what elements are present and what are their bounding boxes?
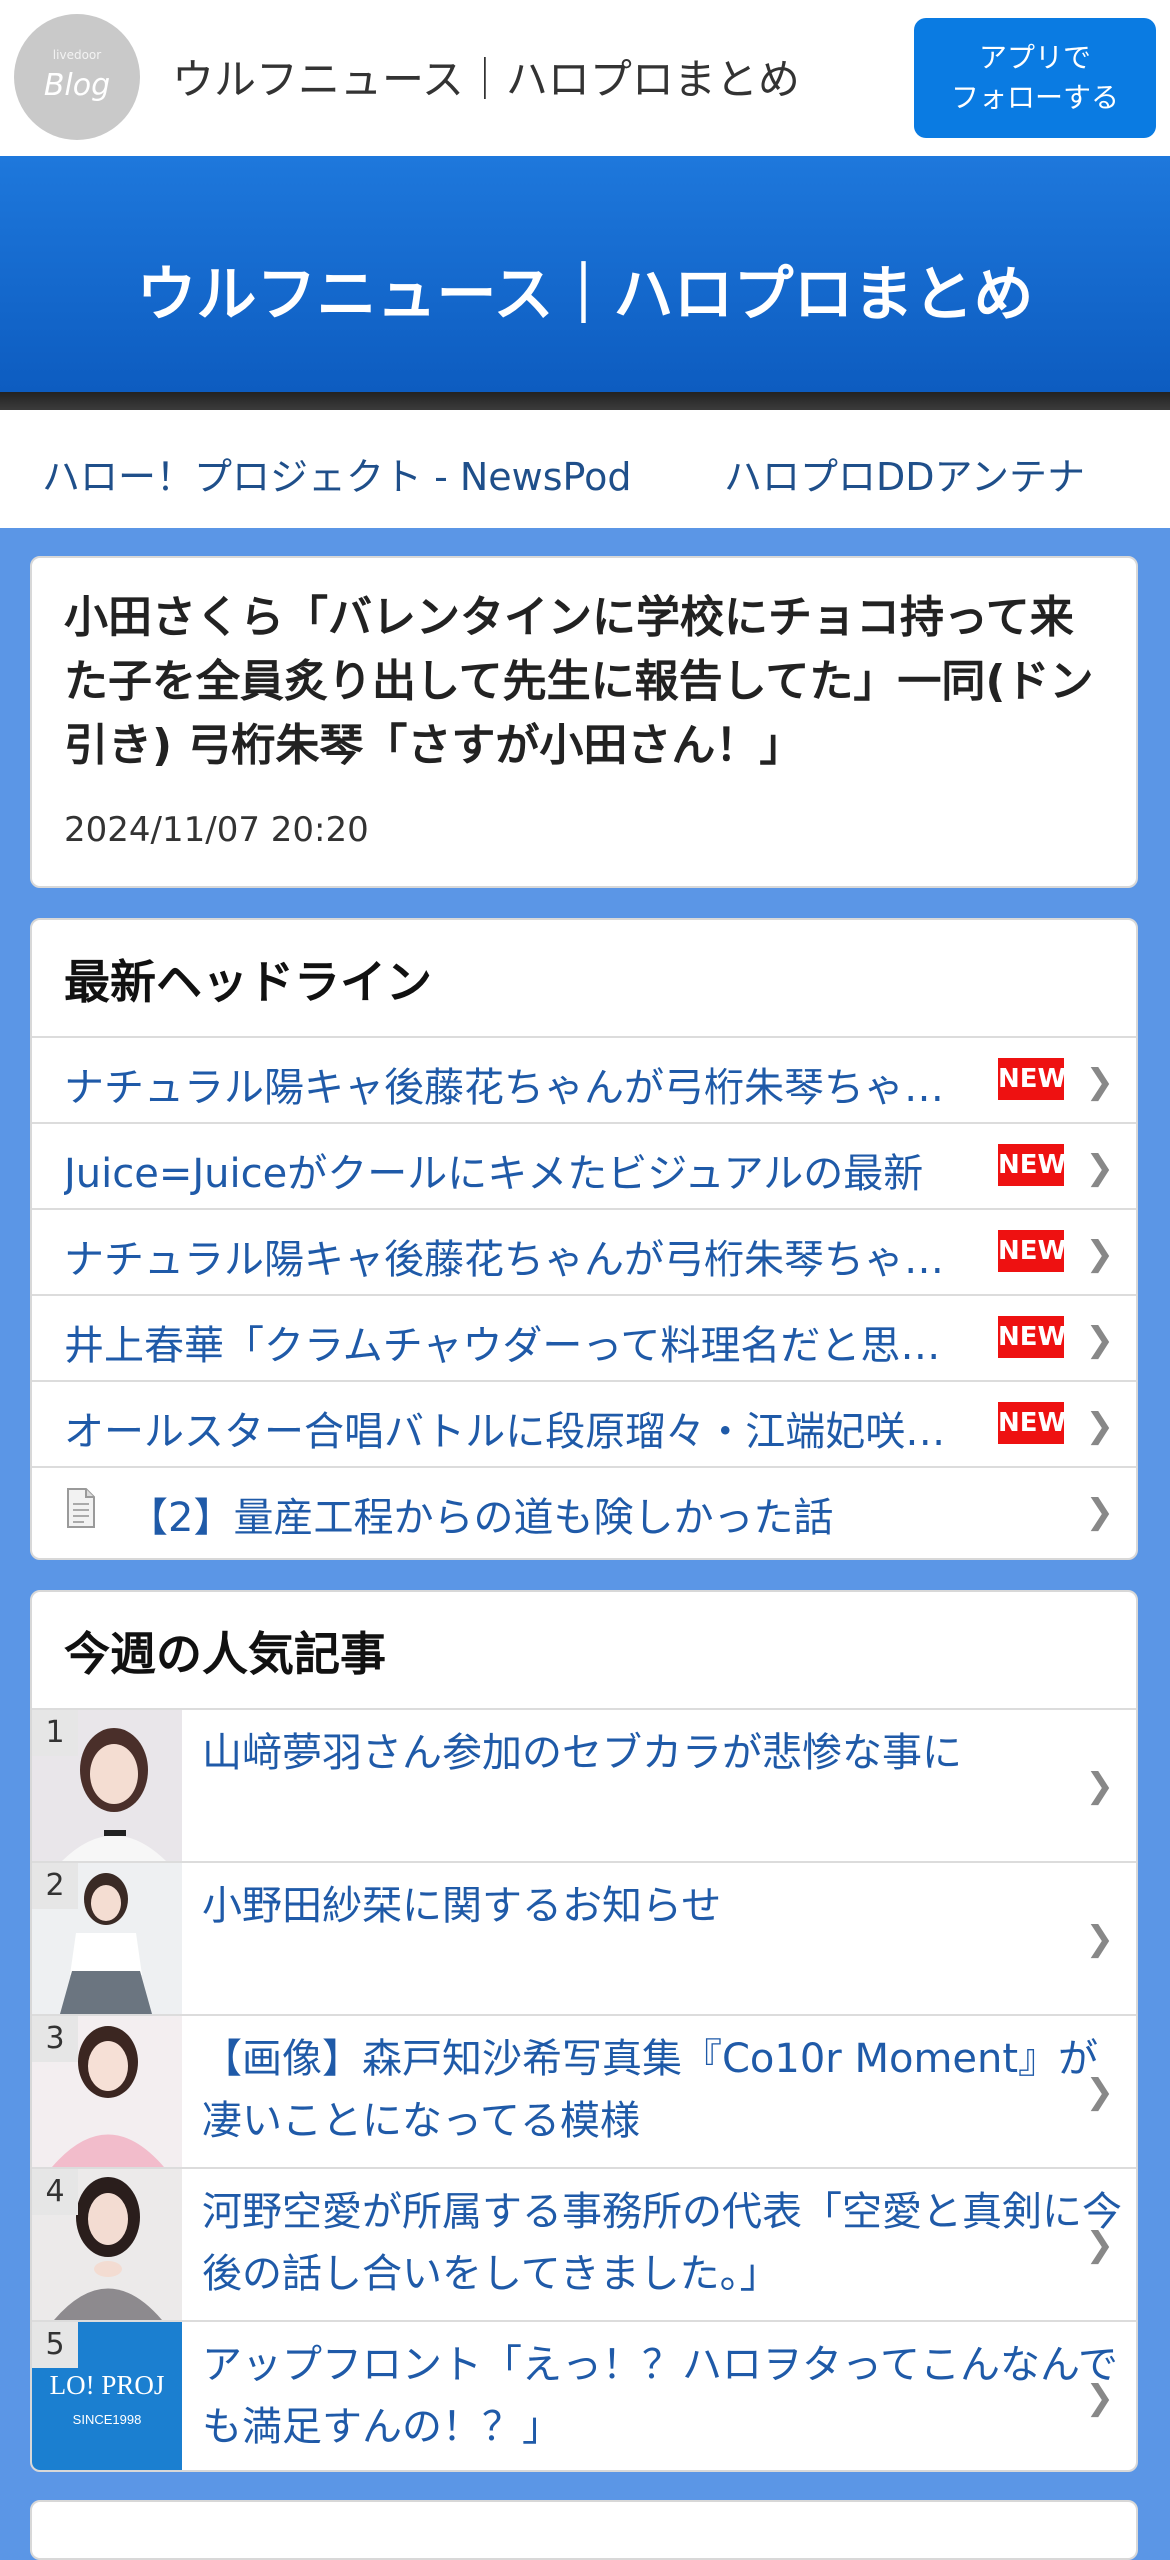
follow-label-line2: フォローする (950, 81, 1119, 114)
chevron-right-icon: ❯ (1085, 1062, 1115, 1102)
new-badge: NEW (998, 1058, 1066, 1100)
chevron-right-icon: ❯ (1085, 2378, 1115, 2418)
livedoor-blog-logo[interactable]: livedoor Blog (14, 14, 140, 140)
chevron-right-icon: ❯ (1085, 1492, 1115, 1532)
follow-label-line1: アプリで (978, 41, 1091, 74)
rank-badge: 3 (32, 2016, 78, 2062)
popular-title: 小野田紗栞に関するお知らせ (202, 1883, 722, 1929)
article-title: 小田さくら「バレンタインに学校にチョコ持って来た子を全員炙り出して先生に報告して… (64, 592, 1094, 771)
rank-badge: 5 (32, 2322, 78, 2368)
headline-text: オールスター合唱バトルに段原瑠々・江端妃咲が出 (64, 1409, 974, 1455)
rank-badge: 1 (32, 1710, 78, 1756)
weekly-popular-card: 今週の人気記事 1 山﨑夢羽さん参加のセブカラが悲惨な事に ❯ 2 小野田紗栞に… (30, 1590, 1138, 2472)
top-app-bar: livedoor Blog ウルフニュース｜ハロプロまとめ アプリで フォローす… (0, 0, 1170, 156)
headline-item[interactable]: 井上春華「クラムチャウダーって料理名だと思って NEW ❯ (32, 1294, 1136, 1380)
header-banner[interactable]: ウルフニュース｜ハロプロまとめ (0, 156, 1170, 392)
popular-title: 河野空愛が所属する事務所の代表「空愛と真剣に今後の話し合いをしてきました。」 (202, 2189, 1122, 2297)
next-card-partial (30, 2500, 1138, 2560)
article-card: 小田さくら「バレンタインに学校にチョコ持って来た子を全員炙り出して先生に報告して… (30, 556, 1138, 888)
headline-text: 井上春華「クラムチャウダーって料理名だと思って (64, 1323, 974, 1369)
popular-item[interactable]: 3 【画像】森戸知沙希写真集『Co10r Moment』が凄いことになってる模様… (32, 2014, 1136, 2167)
rank-badge: 4 (32, 2169, 78, 2215)
link-row: ハロー！プロジェクト - NewsPod ハロプロDDアンテナ (0, 410, 1170, 528)
document-icon (67, 1488, 95, 1528)
headline-text: 【2】量産工程からの道も険しかった話 (128, 1495, 834, 1541)
headline-item[interactable]: ナチュラル陽キャ後藤花ちゃんが弓桁朱琴ちゃんと NEW ❯ (32, 1208, 1136, 1294)
popular-item[interactable]: 1 山﨑夢羽さん参加のセブカラが悲惨な事に ❯ (32, 1708, 1136, 1861)
headline-item-document[interactable]: 【2】量産工程からの道も険しかった話 ❯ (32, 1466, 1136, 1552)
popular-item[interactable]: LO! PROJ SINCE1998 5 アップフロント「えっ！？ハロヲタってこ… (32, 2320, 1136, 2470)
banner-title: ウルフニュース｜ハロプロまとめ (136, 260, 1034, 330)
rank-badge: 2 (32, 1863, 78, 1909)
headline-item[interactable]: ナチュラル陽キャ後藤花ちゃんが弓桁朱琴ちゃんと NEW ❯ (32, 1036, 1136, 1122)
chevron-right-icon: ❯ (1085, 1766, 1115, 1806)
headline-text: ナチュラル陽キャ後藤花ちゃんが弓桁朱琴ちゃんと (64, 1065, 974, 1111)
chevron-right-icon: ❯ (1085, 1919, 1115, 1959)
new-badge: NEW (998, 1230, 1066, 1272)
svg-text:LO! PROJ: LO! PROJ (50, 2370, 165, 2400)
popular-title: 【画像】森戸知沙希写真集『Co10r Moment』が凄いことになってる模様 (202, 2036, 1099, 2144)
chevron-right-icon: ❯ (1085, 1234, 1115, 1274)
headline-list: ナチュラル陽キャ後藤花ちゃんが弓桁朱琴ちゃんと NEW ❯ Juice=Juic… (32, 1036, 1136, 1552)
svg-text:SINCE1998: SINCE1998 (73, 2412, 142, 2427)
link-newspod[interactable]: ハロー！プロジェクト - NewsPod (42, 446, 631, 501)
follow-in-app-button[interactable]: アプリで フォローする (914, 18, 1156, 138)
link-dd-antenna[interactable]: ハロプロDDアンテナ (724, 446, 1085, 501)
section-title-headlines: 最新ヘッドライン (64, 955, 432, 1009)
headline-item[interactable]: Juice=Juiceがクールにキメたビジュアルの最新 NEW ❯ (32, 1122, 1136, 1208)
popular-list: 1 山﨑夢羽さん参加のセブカラが悲惨な事に ❯ 2 小野田紗栞に関するお知らせ … (32, 1708, 1136, 2470)
popular-item[interactable]: 4 河野空愛が所属する事務所の代表「空愛と真剣に今後の話し合いをしてきました。」… (32, 2167, 1136, 2320)
new-badge: NEW (998, 1316, 1066, 1358)
logo-small-text: livedoor (52, 48, 102, 62)
new-badge: NEW (998, 1402, 1066, 1444)
headline-text: Juice=Juiceがクールにキメたビジュアルの最新 (64, 1151, 924, 1197)
popular-title: アップフロント「えっ！？ハロヲタってこんなんでも満足すんの！？」 (202, 2342, 1118, 2450)
new-badge: NEW (998, 1144, 1066, 1186)
chevron-right-icon: ❯ (1085, 2072, 1115, 2112)
headline-item[interactable]: オールスター合唱バトルに段原瑠々・江端妃咲が出 NEW ❯ (32, 1380, 1136, 1466)
chevron-right-icon: ❯ (1085, 1148, 1115, 1188)
blog-title[interactable]: ウルフニュース｜ハロプロまとめ (172, 46, 800, 107)
latest-headlines-card: 最新ヘッドライン ナチュラル陽キャ後藤花ちゃんが弓桁朱琴ちゃんと NEW ❯ J… (30, 918, 1138, 1560)
popular-title: 山﨑夢羽さん参加のセブカラが悲惨な事に (202, 1730, 962, 1776)
headline-text: ナチュラル陽キャ後藤花ちゃんが弓桁朱琴ちゃんと (64, 1237, 974, 1283)
popular-item[interactable]: 2 小野田紗栞に関するお知らせ ❯ (32, 1861, 1136, 2014)
section-title-popular: 今週の人気記事 (64, 1627, 386, 1681)
chevron-right-icon: ❯ (1085, 1320, 1115, 1360)
article-date: 2024/11/07 20:20 (64, 810, 369, 850)
chevron-right-icon: ❯ (1085, 1406, 1115, 1446)
chevron-right-icon: ❯ (1085, 2225, 1115, 2265)
logo-big-text: Blog (43, 68, 111, 103)
banner-divider (0, 392, 1170, 410)
